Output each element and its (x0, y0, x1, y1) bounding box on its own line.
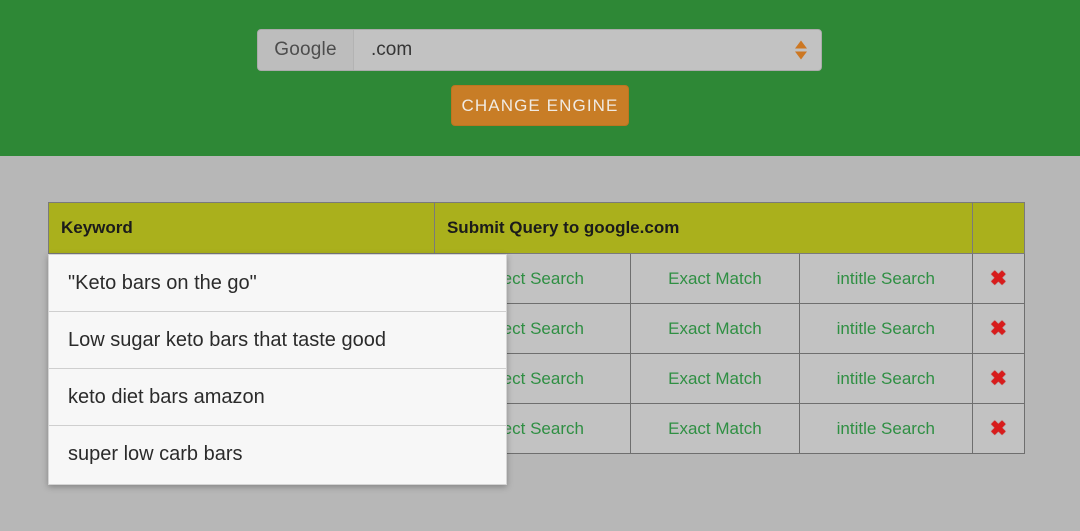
autocomplete-item[interactable]: Low sugar keto bars that taste good (49, 312, 506, 369)
column-header-delete (971, 202, 1026, 254)
cell-intitle-search[interactable]: intitle Search (798, 303, 973, 354)
autocomplete-dropdown: "Keto bars on the go" Low sugar keto bar… (48, 254, 507, 485)
autocomplete-item[interactable]: super low carb bars (49, 426, 506, 483)
cell-delete[interactable]: ✖ (971, 253, 1026, 304)
column-header-keyword: Keyword (48, 202, 435, 254)
exact-match-link[interactable]: Exact Match (668, 269, 762, 288)
intitle-search-link[interactable]: intitle Search (837, 419, 935, 438)
cell-delete[interactable]: ✖ (971, 353, 1026, 404)
cell-delete[interactable]: ✖ (971, 303, 1026, 354)
cell-exact-match[interactable]: Exact Match (629, 403, 800, 454)
change-engine-button[interactable]: CHANGE ENGINE (451, 85, 629, 126)
delete-x-icon[interactable]: ✖ (985, 319, 1012, 339)
engine-tld-value: .com (371, 39, 413, 60)
delete-x-icon[interactable]: ✖ (985, 369, 1012, 389)
exact-match-link[interactable]: Exact Match (668, 319, 762, 338)
engine-selector-bar: Google .com CHANGE ENGINE (0, 0, 1080, 156)
cell-exact-match[interactable]: Exact Match (629, 253, 800, 304)
delete-x-icon[interactable]: ✖ (985, 419, 1012, 439)
engine-prefix-label: Google (258, 30, 353, 70)
spinner-up-down-icon[interactable] (795, 40, 807, 60)
cell-exact-match[interactable]: Exact Match (629, 353, 800, 404)
autocomplete-item[interactable]: "Keto bars on the go" (49, 255, 506, 312)
cell-exact-match[interactable]: Exact Match (629, 303, 800, 354)
intitle-search-link[interactable]: intitle Search (837, 369, 935, 388)
table-header-row: Keyword Submit Query to google.com (48, 202, 1026, 254)
cell-intitle-search[interactable]: intitle Search (798, 253, 973, 304)
search-engine-select[interactable]: Google .com (257, 29, 822, 71)
intitle-search-link[interactable]: intitle Search (837, 319, 935, 338)
exact-match-link[interactable]: Exact Match (668, 419, 762, 438)
intitle-search-link[interactable]: intitle Search (837, 269, 935, 288)
column-header-submit-query: Submit Query to google.com (433, 202, 973, 254)
exact-match-link[interactable]: Exact Match (668, 369, 762, 388)
cell-intitle-search[interactable]: intitle Search (798, 353, 973, 404)
cell-delete[interactable]: ✖ (971, 403, 1026, 454)
delete-x-icon[interactable]: ✖ (985, 269, 1012, 289)
autocomplete-item[interactable]: keto diet bars amazon (49, 369, 506, 426)
cell-intitle-search[interactable]: intitle Search (798, 403, 973, 454)
engine-tld-select[interactable]: .com (353, 30, 821, 70)
